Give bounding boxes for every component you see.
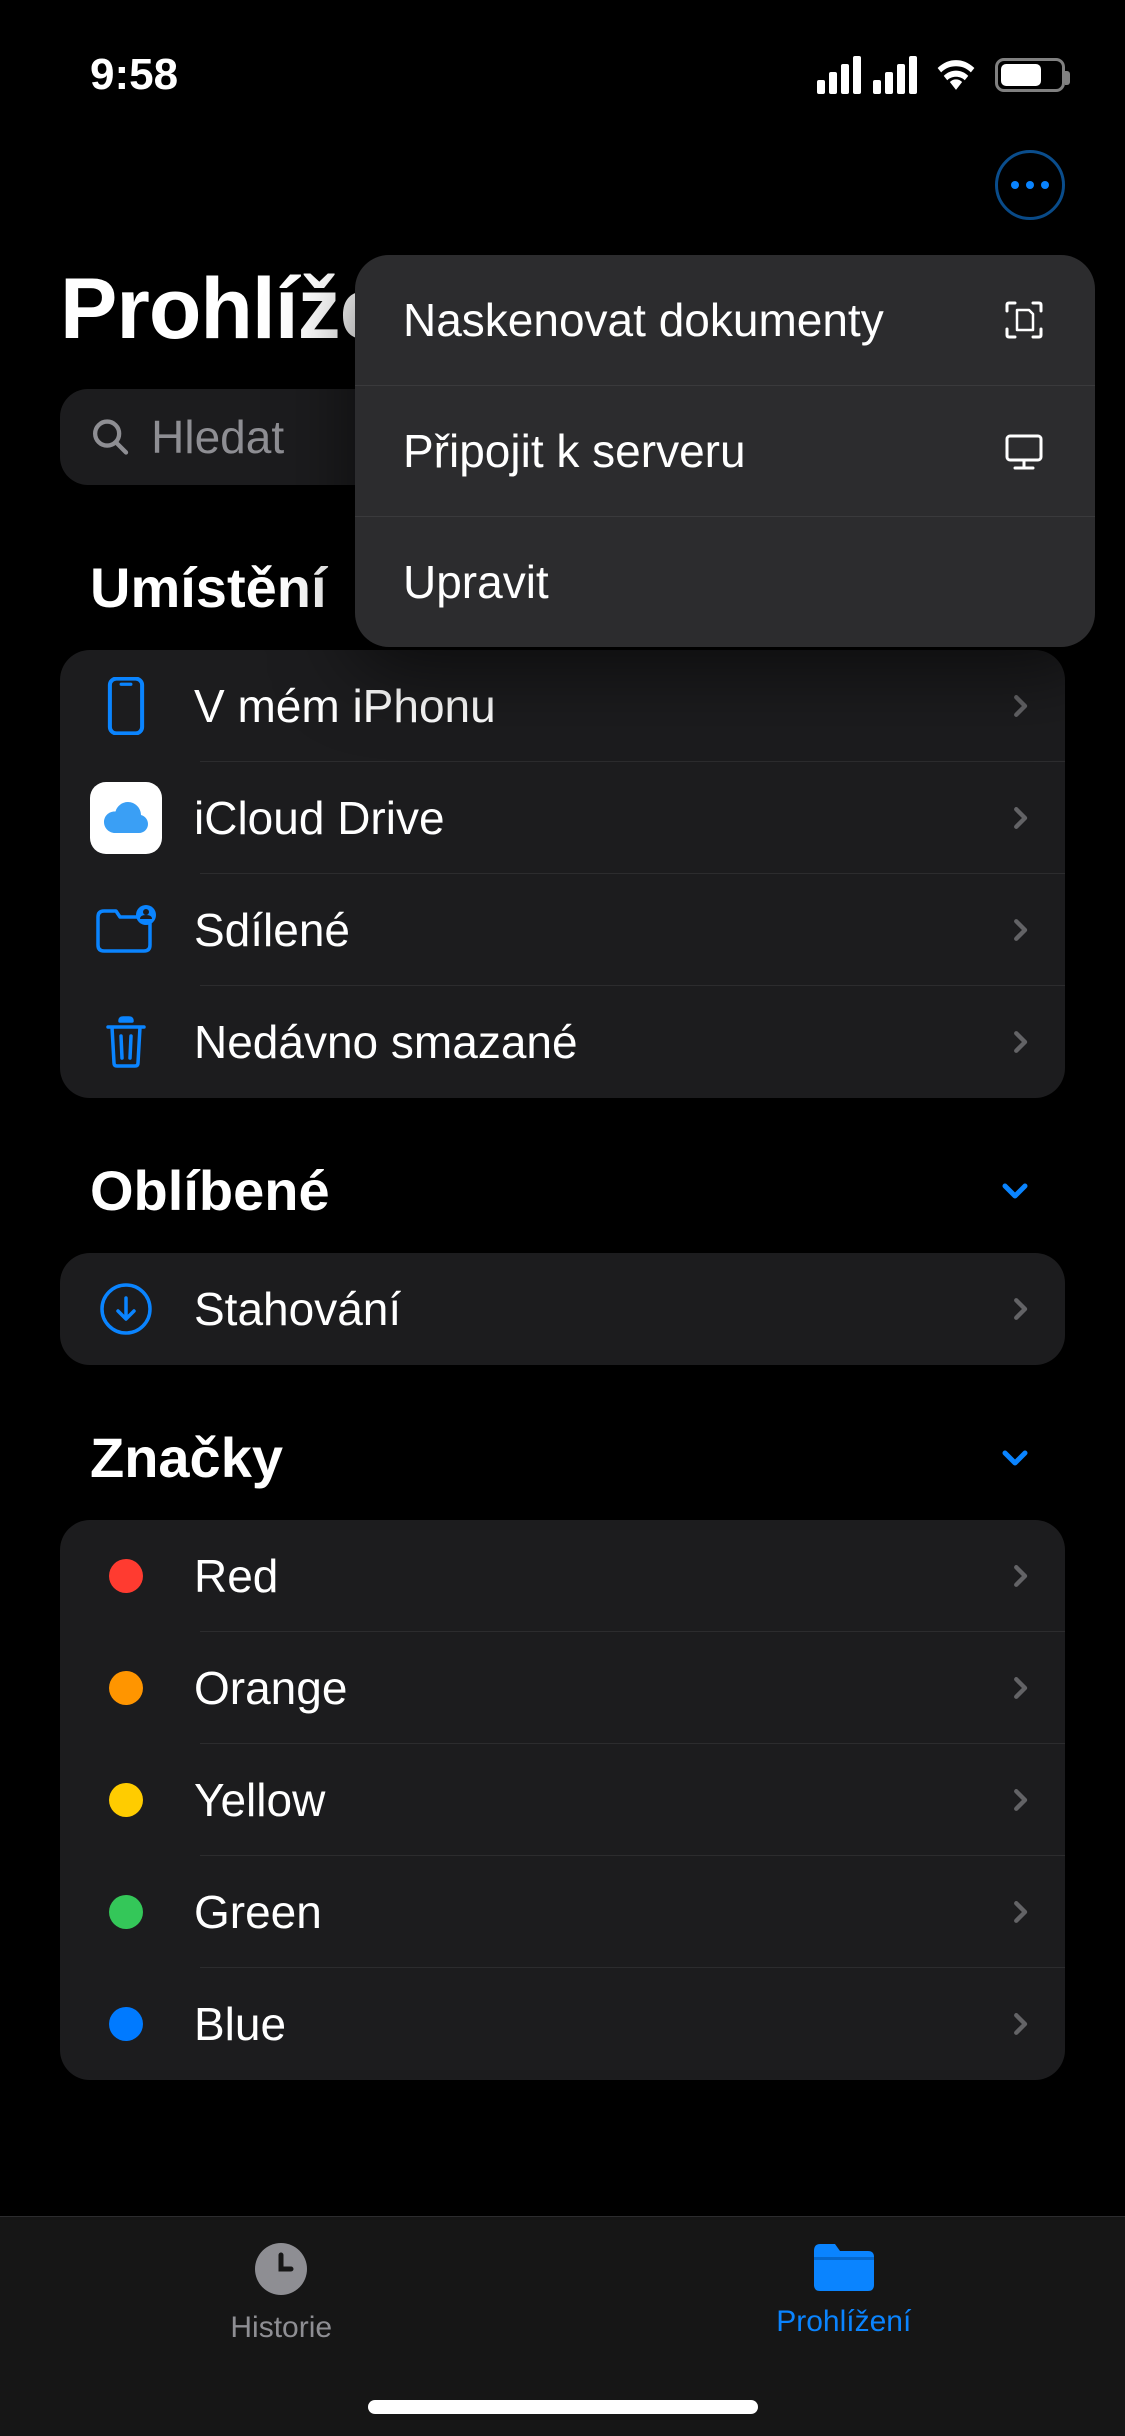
list-item-label: Red: [194, 1549, 973, 1603]
tag-dot-icon: [109, 1671, 143, 1705]
more-button[interactable]: [995, 150, 1065, 220]
tags-header[interactable]: Značky: [60, 1395, 1065, 1520]
more-menu: Naskenovat dokumenty Připojit k serveru …: [355, 255, 1095, 647]
chevron-right-icon: [1005, 1289, 1035, 1329]
favorites-section: Oblíbené Stahování: [0, 1128, 1125, 1395]
trash-icon: [102, 1015, 150, 1069]
tag-yellow[interactable]: Yellow: [60, 1744, 1065, 1856]
favorites-title: Oblíbené: [90, 1158, 330, 1223]
chevron-right-icon: [1005, 798, 1035, 838]
chevron-right-icon: [1005, 686, 1035, 726]
tags-title: Značky: [90, 1425, 283, 1490]
chevron-right-icon: [1005, 1780, 1035, 1820]
cellular-signal-secondary-icon: [873, 56, 917, 94]
status-icons: [817, 54, 1065, 96]
list-item-label: Green: [194, 1885, 973, 1939]
list-item-label: iCloud Drive: [194, 791, 973, 845]
home-indicator[interactable]: [368, 2400, 758, 2414]
list-item-label: Blue: [194, 1997, 973, 2051]
chevron-right-icon: [1005, 1556, 1035, 1596]
server-icon: [1001, 428, 1047, 474]
tag-dot-icon: [109, 1895, 143, 1929]
tab-label: Prohlížení: [776, 2305, 911, 2339]
menu-item-label: Upravit: [403, 555, 549, 609]
clock-icon: [249, 2237, 313, 2301]
menu-edit[interactable]: Upravit: [355, 516, 1095, 647]
status-bar: 9:58: [0, 0, 1125, 130]
cellular-signal-icon: [817, 56, 861, 94]
folder-icon: [808, 2237, 880, 2295]
tag-blue[interactable]: Blue: [60, 1968, 1065, 2080]
tag-orange[interactable]: Orange: [60, 1632, 1065, 1744]
list-item-label: Yellow: [194, 1773, 973, 1827]
tags-section: Značky Red Orange Yellow Green: [0, 1395, 1125, 2110]
wifi-icon: [935, 54, 977, 96]
chevron-right-icon: [1005, 1892, 1035, 1932]
tab-label: Historie: [230, 2311, 332, 2345]
menu-item-label: Naskenovat dokumenty: [403, 293, 884, 347]
location-recently-deleted[interactable]: Nedávno smazané: [60, 986, 1065, 1098]
chevron-down-icon: [995, 1438, 1035, 1478]
download-icon: [99, 1282, 153, 1336]
menu-connect-to-server[interactable]: Připojit k serveru: [355, 385, 1095, 516]
battery-icon: [995, 58, 1065, 92]
chevron-right-icon: [1005, 2004, 1035, 2044]
chevron-right-icon: [1005, 1022, 1035, 1062]
tag-dot-icon: [109, 2007, 143, 2041]
tag-dot-icon: [109, 1559, 143, 1593]
tag-dot-icon: [109, 1783, 143, 1817]
tag-green[interactable]: Green: [60, 1856, 1065, 1968]
location-on-my-iphone[interactable]: V mém iPhonu: [60, 650, 1065, 762]
search-icon: [90, 415, 131, 459]
locations-title: Umístění: [90, 555, 327, 620]
chevron-right-icon: [1005, 1668, 1035, 1708]
list-item-label: Nedávno smazané: [194, 1015, 973, 1069]
tag-red[interactable]: Red: [60, 1520, 1065, 1632]
chevron-right-icon: [1005, 910, 1035, 950]
location-shared[interactable]: Sdílené: [60, 874, 1065, 986]
list-item-label: V mém iPhonu: [194, 679, 973, 733]
shared-folder-icon: [94, 905, 158, 955]
scan-icon: [1001, 297, 1047, 343]
iphone-icon: [106, 677, 146, 735]
favorites-header[interactable]: Oblíbené: [60, 1128, 1065, 1253]
list-item-label: Sdílené: [194, 903, 973, 957]
list-item-label: Stahování: [194, 1282, 973, 1336]
tab-bar: Historie Prohlížení: [0, 2216, 1125, 2436]
icloud-icon: [90, 782, 162, 854]
location-icloud-drive[interactable]: iCloud Drive: [60, 762, 1065, 874]
chevron-down-icon: [995, 1171, 1035, 1211]
favorite-downloads[interactable]: Stahování: [60, 1253, 1065, 1365]
list-item-label: Orange: [194, 1661, 973, 1715]
status-time: 9:58: [90, 50, 178, 100]
menu-scan-documents[interactable]: Naskenovat dokumenty: [355, 255, 1095, 385]
menu-item-label: Připojit k serveru: [403, 424, 746, 478]
